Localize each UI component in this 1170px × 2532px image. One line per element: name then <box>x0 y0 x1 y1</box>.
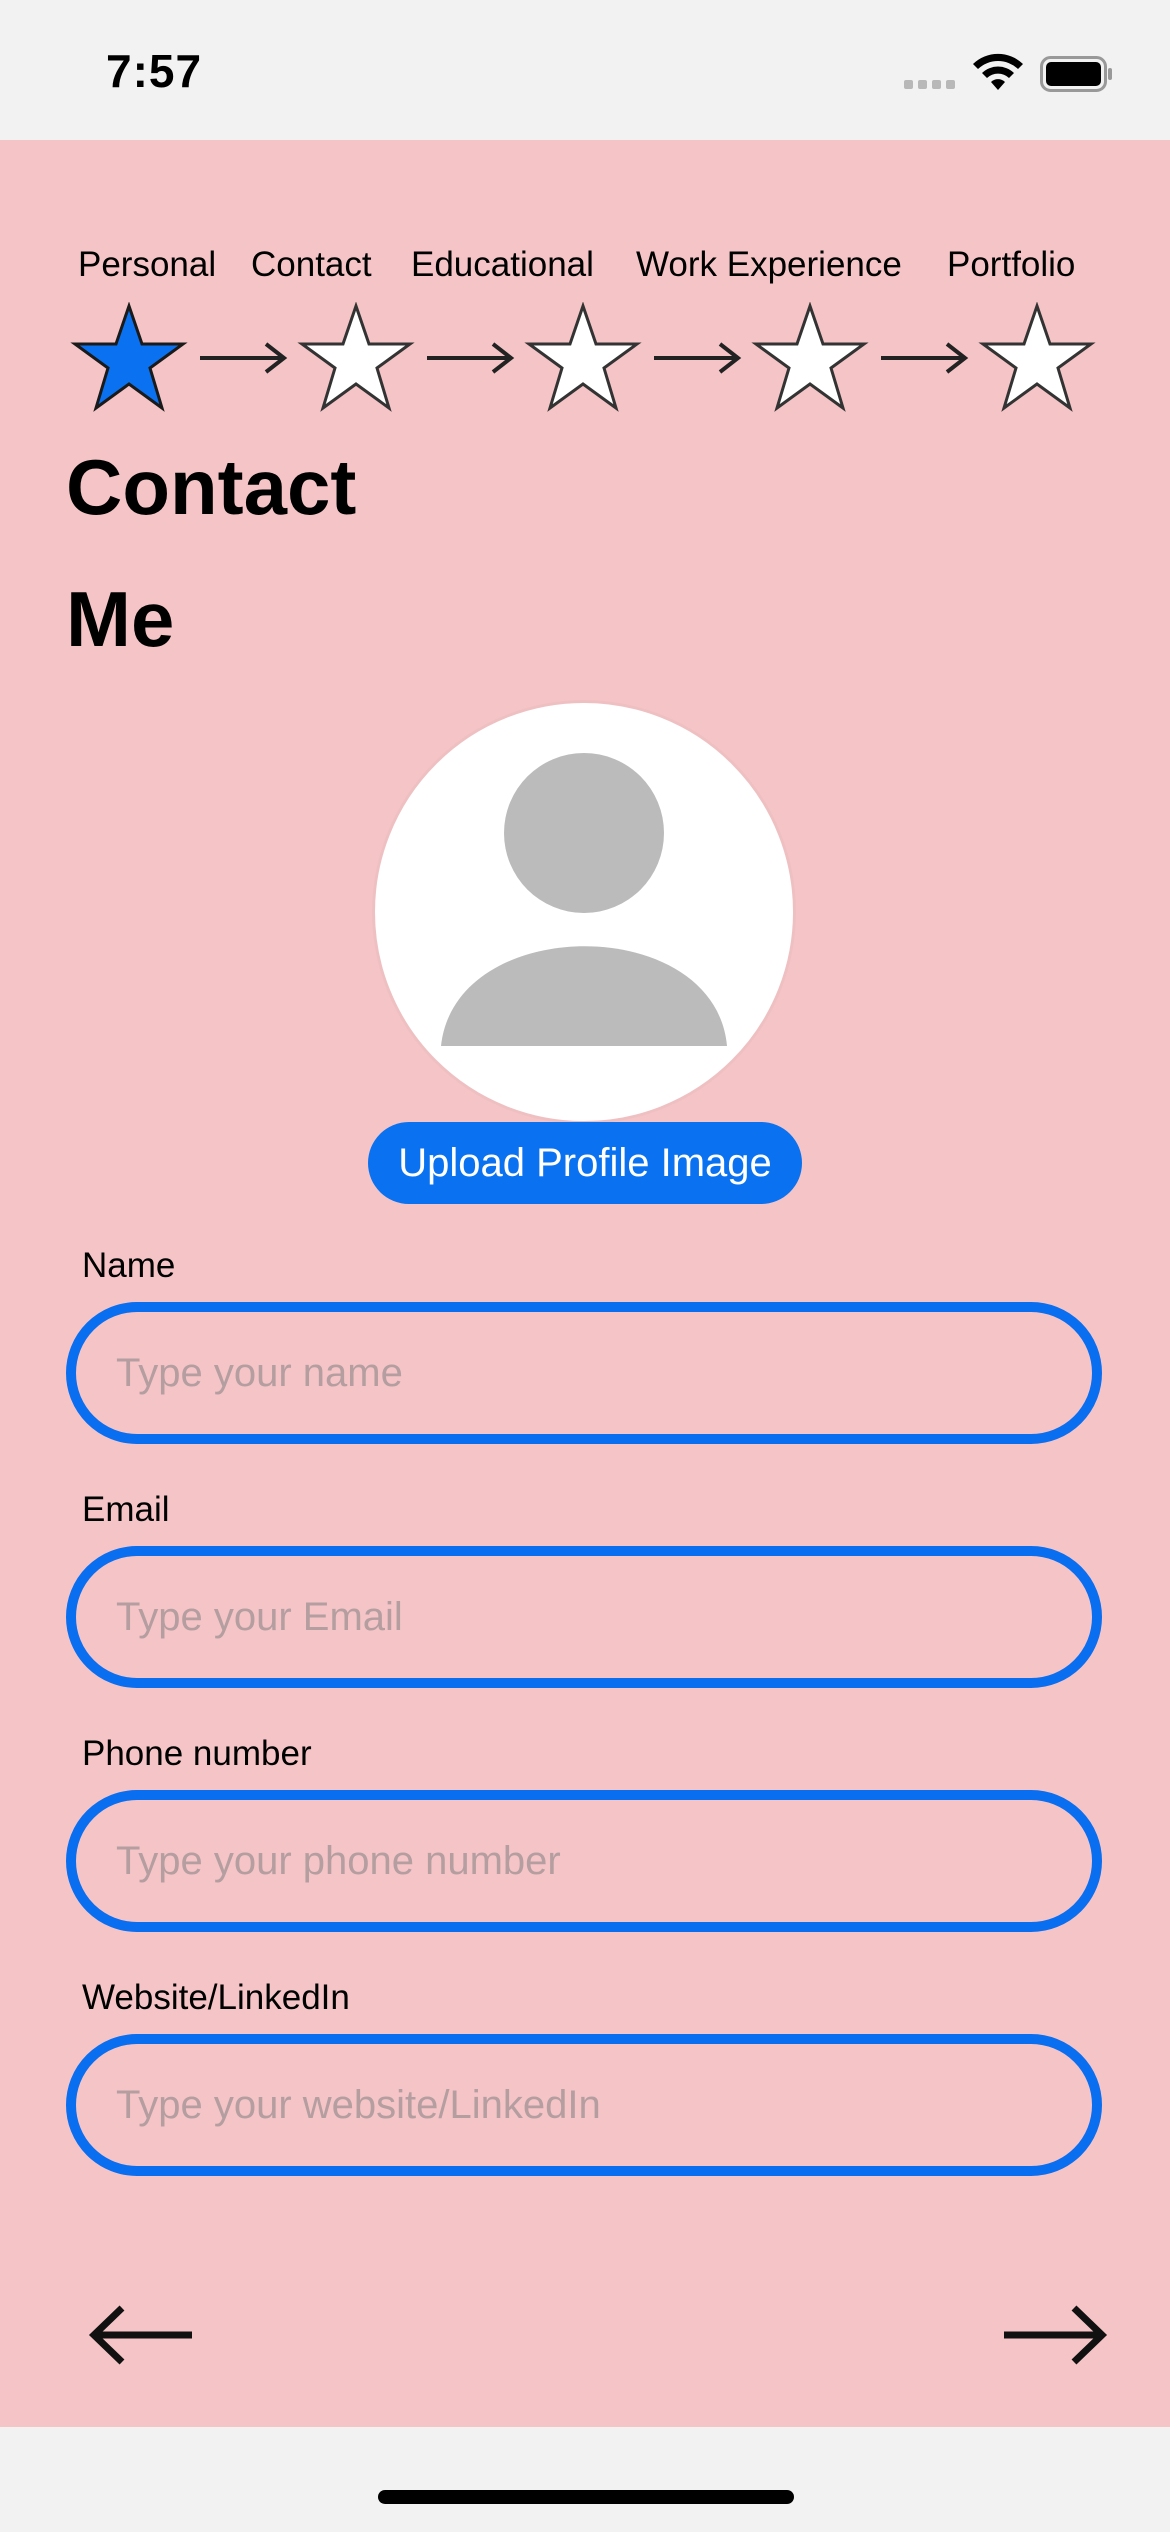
email-label: Email <box>82 1490 170 1529</box>
back-arrow-icon[interactable] <box>86 2300 196 2370</box>
status-bar: 7:57 <box>0 0 1170 140</box>
email-field-container <box>66 1546 1102 1688</box>
step-star-work-experience-icon[interactable] <box>751 302 869 412</box>
cellular-signal-icon <box>904 80 955 89</box>
home-indicator[interactable] <box>378 2490 794 2504</box>
phone-label: Phone number <box>82 1734 312 1773</box>
home-indicator-area <box>0 2427 1170 2532</box>
person-placeholder-icon <box>441 753 727 1046</box>
phone-input[interactable] <box>76 1800 1092 1922</box>
step-label-personal: Personal <box>78 245 217 284</box>
website-label: Website/LinkedIn <box>82 1978 350 2017</box>
arrow-right-icon <box>200 342 288 374</box>
arrow-right-icon <box>427 342 515 374</box>
progress-steps: Personal Contact Educational Work Experi… <box>0 245 1170 291</box>
website-input[interactable] <box>76 2044 1092 2166</box>
step-star-portfolio-icon[interactable] <box>978 302 1096 412</box>
website-field-container <box>66 2034 1102 2176</box>
page-title-line2: Me <box>66 575 175 663</box>
step-star-contact-icon[interactable] <box>297 302 415 412</box>
name-label: Name <box>82 1246 176 1285</box>
name-field-container <box>66 1302 1102 1444</box>
wifi-icon <box>973 53 1023 90</box>
arrow-right-icon <box>654 342 742 374</box>
step-label-educational: Educational <box>411 245 594 284</box>
page-title-line1: Contact <box>66 443 357 531</box>
next-arrow-icon[interactable] <box>1000 2300 1110 2370</box>
upload-profile-image-button[interactable]: Upload Profile Image <box>368 1122 802 1204</box>
battery-icon <box>1040 56 1112 92</box>
step-label-portfolio: Portfolio <box>947 245 1076 284</box>
avatar[interactable] <box>372 700 796 1124</box>
step-star-personal-icon[interactable] <box>70 302 188 412</box>
phone-field-container <box>66 1790 1102 1932</box>
status-time: 7:57 <box>106 45 203 97</box>
step-label-contact: Contact <box>251 245 372 284</box>
arrow-right-icon <box>881 342 969 374</box>
progress-indicator <box>70 302 1110 412</box>
email-input[interactable] <box>76 1556 1092 1678</box>
name-input[interactable] <box>76 1312 1092 1434</box>
step-label-work-experience: Work Experience <box>636 245 902 284</box>
step-star-educational-icon[interactable] <box>524 302 642 412</box>
